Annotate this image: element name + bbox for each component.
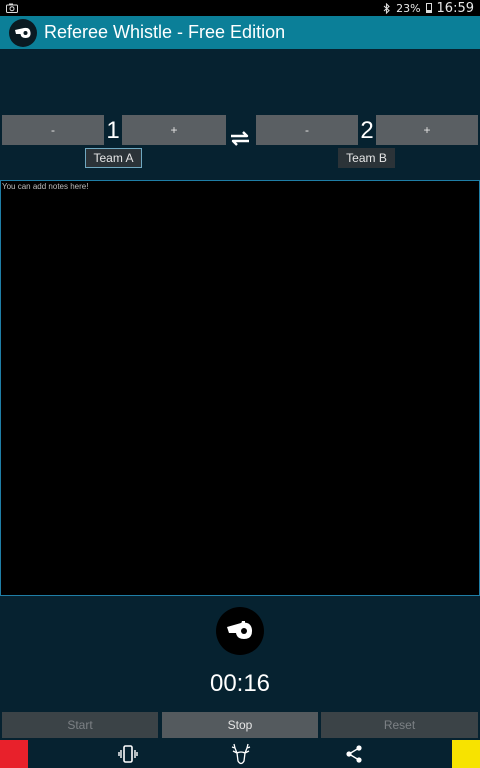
reset-button[interactable]: Reset bbox=[321, 712, 478, 738]
whistle-button[interactable] bbox=[216, 607, 264, 655]
action-bar: Referee Whistle - Free Edition bbox=[0, 16, 480, 49]
match-timer: 00:16 bbox=[209, 670, 271, 697]
whistle-icon bbox=[227, 621, 253, 639]
app-title: Referee Whistle - Free Edition bbox=[44, 22, 286, 42]
team-a-minus-button[interactable]: - bbox=[2, 115, 104, 145]
team-b-label[interactable]: Team B bbox=[338, 148, 395, 168]
team-b-minus-button[interactable]: - bbox=[256, 115, 358, 145]
whistle-icon[interactable] bbox=[9, 18, 37, 47]
team-a-score: 1 bbox=[106, 117, 120, 144]
camera-icon bbox=[6, 3, 18, 13]
battery-percent: 23% bbox=[396, 1, 421, 15]
team-a-plus-button[interactable]: + bbox=[122, 115, 226, 145]
team-b-score: 2 bbox=[360, 117, 374, 144]
yellow-card-button[interactable] bbox=[452, 740, 480, 768]
notes-textarea[interactable]: You can add notes here! bbox=[0, 180, 480, 596]
battery-icon bbox=[425, 3, 432, 13]
status-time: 16:59 bbox=[436, 0, 474, 16]
swap-arrows-icon[interactable] bbox=[229, 126, 251, 150]
share-icon[interactable] bbox=[343, 743, 365, 765]
notes-placeholder: You can add notes here! bbox=[2, 182, 89, 191]
start-button[interactable]: Start bbox=[2, 712, 158, 738]
vibrate-icon[interactable] bbox=[117, 743, 139, 765]
status-bar: 23% 16:59 bbox=[0, 0, 480, 16]
red-card-button[interactable] bbox=[0, 740, 28, 768]
deer-logo-icon[interactable] bbox=[229, 741, 253, 767]
team-b-plus-button[interactable]: + bbox=[376, 115, 478, 145]
team-a-label[interactable]: Team A bbox=[85, 148, 142, 168]
stop-button[interactable]: Stop bbox=[162, 712, 318, 738]
bluetooth-icon bbox=[383, 2, 390, 14]
